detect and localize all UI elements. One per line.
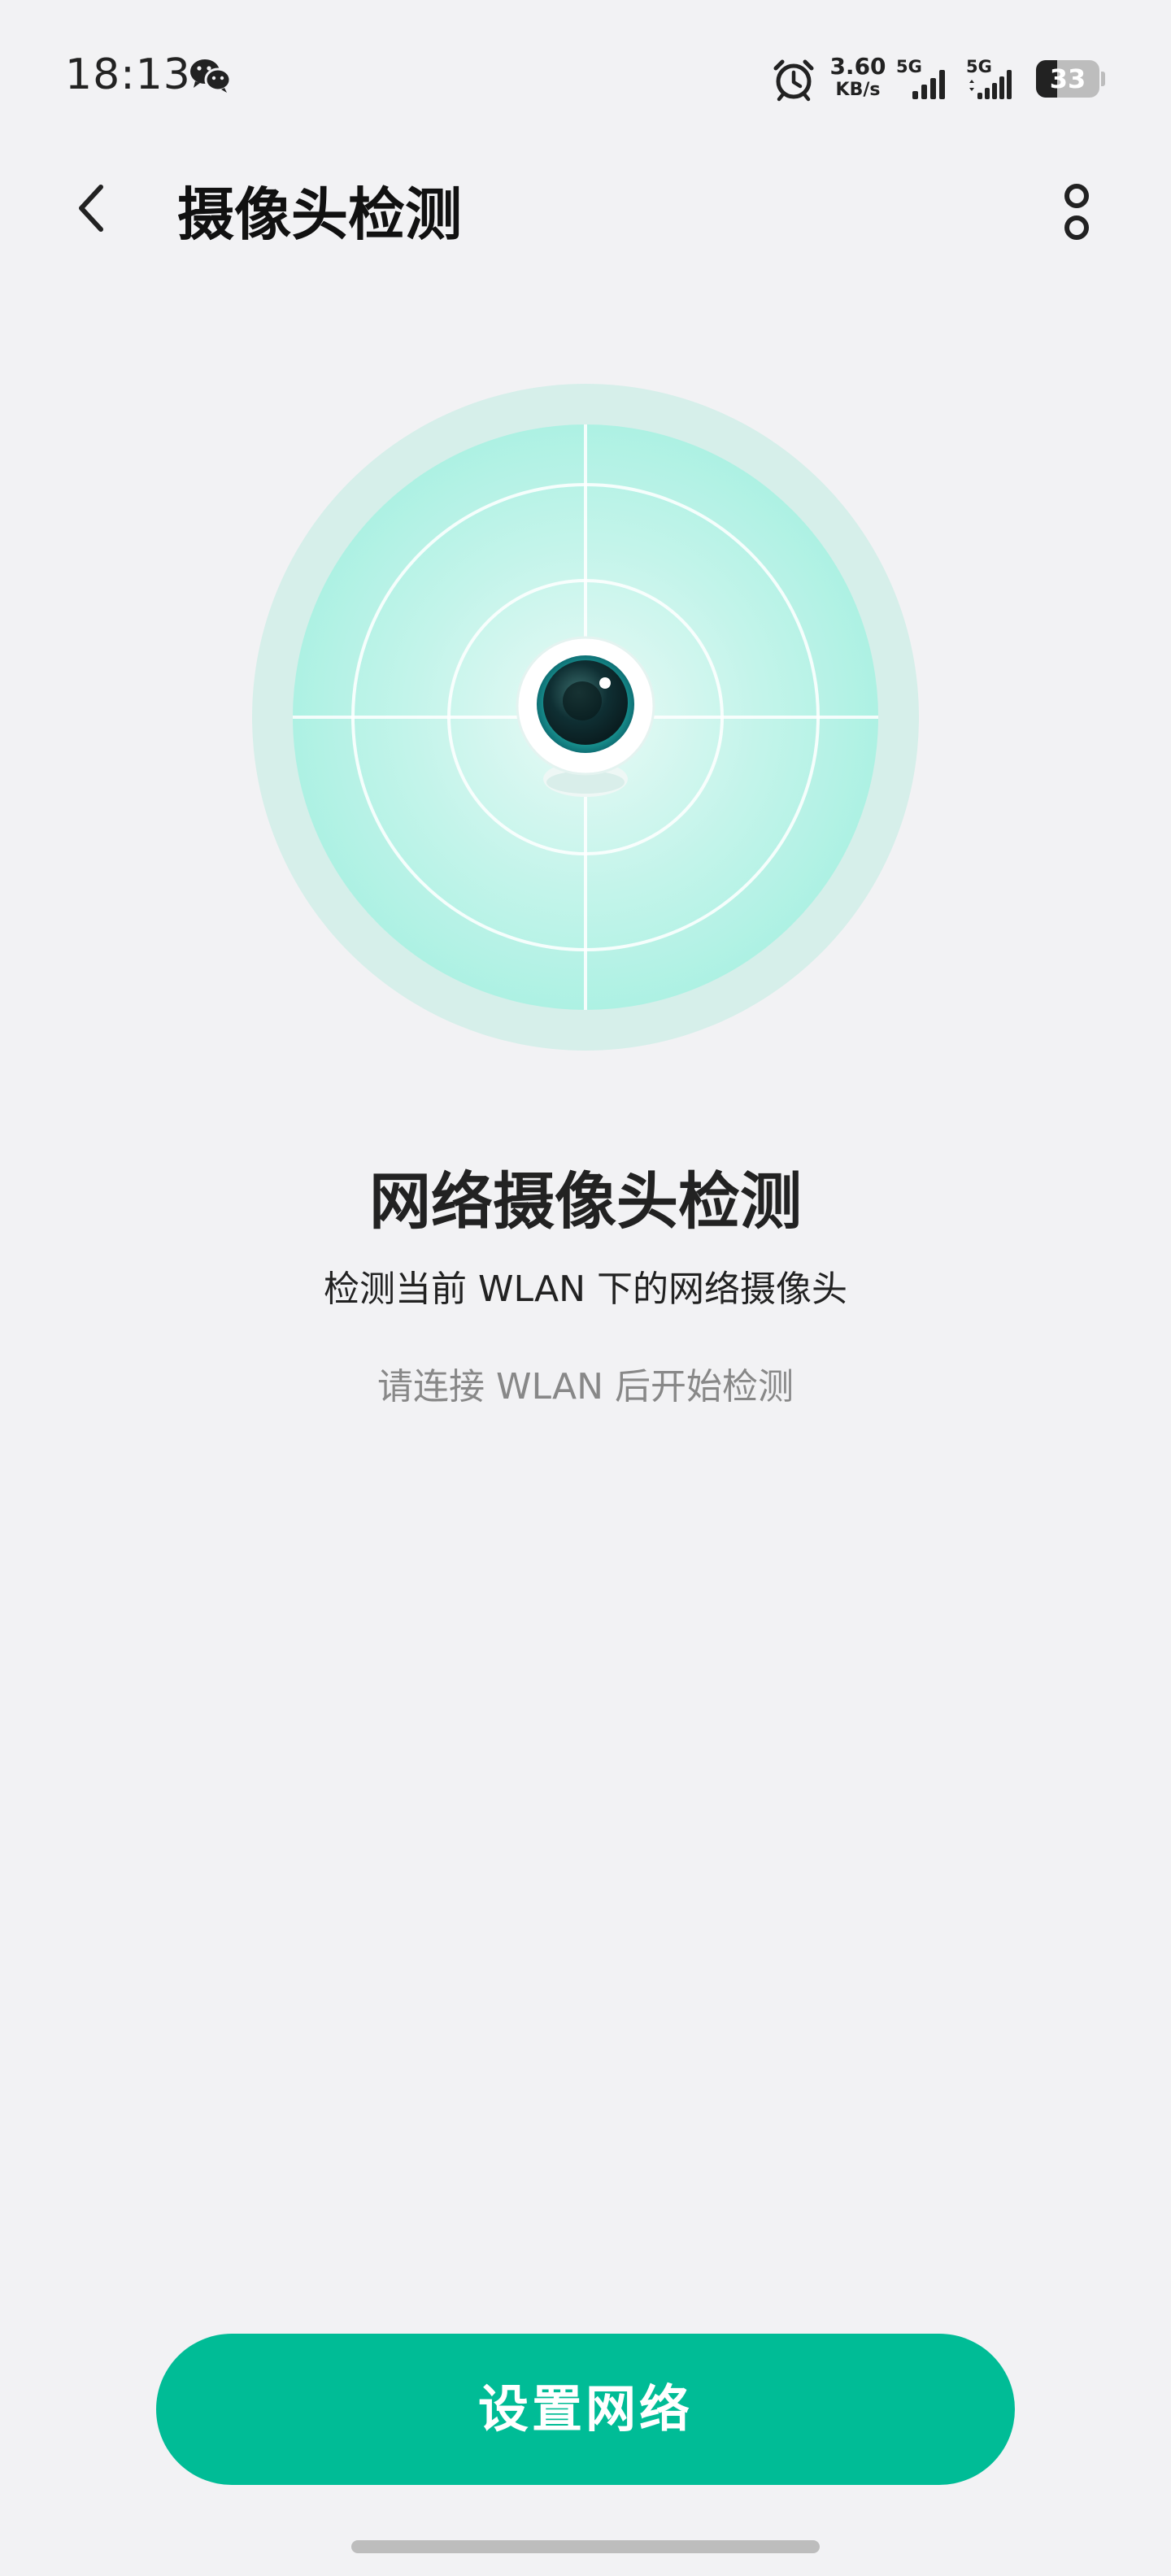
page-title: 摄像头检测 [177, 181, 462, 248]
sim1-signal: 5G [896, 57, 947, 101]
signal-icon [912, 70, 945, 99]
more-vertical-icon [1064, 184, 1089, 240]
status-bar: 18:13 3.60 KB/s 5G 5G 33 [0, 0, 1171, 154]
chevron-left-icon [79, 185, 103, 232]
home-indicator[interactable] [351, 2540, 820, 2553]
status-time: 18:13 [65, 50, 191, 99]
connect-hint: 请连接 WLAN 后开始检测 [377, 1366, 794, 1408]
sim2-signal: 5G [966, 57, 1016, 101]
more-options-button[interactable] [1047, 181, 1106, 246]
network-speed-unit: KB/s [835, 80, 881, 100]
network-speed: 3.60 KB/s [829, 55, 886, 99]
wechat-icon [190, 59, 231, 93]
alarm-clock-icon [773, 59, 814, 102]
network-speed-value: 3.60 [829, 53, 886, 80]
main-heading: 网络摄像头检测 [369, 1165, 802, 1238]
signal-icon [969, 70, 1012, 99]
back-button[interactable] [65, 179, 124, 237]
battery-icon: 33 [1036, 60, 1105, 98]
battery-level: 33 [1049, 63, 1086, 94]
subtitle: 检测当前 WLAN 下的网络摄像头 [323, 1268, 847, 1310]
setup-network-button[interactable]: 设置网络 [156, 2334, 1015, 2485]
radar-illustration [252, 384, 919, 1051]
